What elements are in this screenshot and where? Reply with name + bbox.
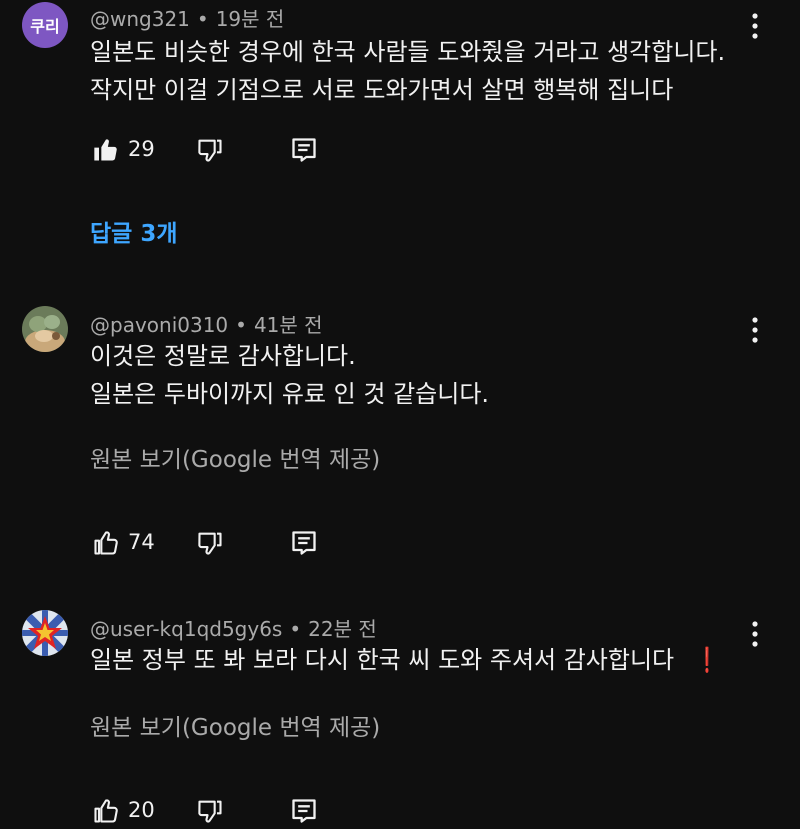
- separator-dot: •: [289, 617, 302, 641]
- more-options-icon[interactable]: [746, 316, 764, 344]
- author-name[interactable]: @user-kq1qd5gy6s: [90, 617, 282, 641]
- avatar[interactable]: [22, 306, 68, 352]
- comment-actions: 20: [90, 797, 330, 829]
- comment-line: 일본도 비슷한 경우에 한국 사람들 도와줬을 거라고 생각합니다.: [90, 38, 726, 66]
- comment-meta: @wng321 • 19분 전: [90, 3, 284, 32]
- like-count: 74: [128, 530, 155, 554]
- avatar[interactable]: [22, 610, 68, 656]
- dislike-icon[interactable]: [196, 797, 224, 825]
- view-original-link[interactable]: 원본 보기(Google 번역 제공): [90, 708, 380, 742]
- timestamp[interactable]: 22분 전: [308, 617, 377, 641]
- timestamp[interactable]: 41분 전: [254, 313, 323, 337]
- view-replies-button[interactable]: 답글 3개: [90, 214, 178, 248]
- view-original-link[interactable]: 원본 보기(Google 번역 제공): [90, 440, 380, 474]
- comment-text: 이것은 정말로 감사합니다. 일본은 두바이까지 유료 인 것 같습니다.: [90, 337, 489, 413]
- separator-dot: •: [235, 313, 247, 337]
- comment-line: 일본 정부 또 봐 보라 다시 한국 씨 도와 주셔서 감사합니다: [90, 646, 675, 674]
- comment-line: 일본은 두바이까지 유료 인 것 같습니다.: [90, 380, 490, 408]
- comment-line: 이것은 정말로 감사합니다.: [90, 342, 356, 370]
- reply-icon[interactable]: [290, 529, 318, 557]
- author-name[interactable]: @pavoni0310: [90, 313, 228, 337]
- comment-meta: @user-kq1qd5gy6s • 22분 전: [90, 613, 377, 642]
- more-options-icon[interactable]: [746, 12, 764, 40]
- more-options-icon[interactable]: [746, 620, 764, 648]
- avatar-label: 쿠리: [30, 17, 60, 36]
- timestamp[interactable]: 19분 전: [216, 7, 285, 31]
- like-icon[interactable]: [92, 136, 120, 164]
- exclamation-icon: ❗: [698, 646, 717, 674]
- comment-line: 작지만 이걸 기점으로 서로 도와가면서 살면 행복해 집니다: [90, 76, 674, 104]
- like-icon[interactable]: [92, 797, 120, 825]
- author-name[interactable]: @wng321: [90, 7, 190, 31]
- like-count: 29: [128, 137, 155, 161]
- avatar-image: [22, 306, 68, 352]
- avatar[interactable]: 쿠리: [22, 2, 68, 48]
- separator-dot: •: [196, 7, 209, 31]
- reply-icon[interactable]: [290, 797, 318, 825]
- comment-text: 일본도 비슷한 경우에 한국 사람들 도와줬을 거라고 생각합니다. 작지만 이…: [90, 33, 725, 109]
- comment-actions: 74: [90, 529, 330, 561]
- reply-icon[interactable]: [290, 136, 318, 164]
- comment-text: 일본 정부 또 봐 보라 다시 한국 씨 도와 주셔서 감사합니다 ❗: [90, 641, 722, 679]
- comment-actions: 29: [90, 136, 330, 168]
- like-count: 20: [128, 798, 155, 822]
- dislike-icon[interactable]: [196, 529, 224, 557]
- comment-meta: @pavoni0310 • 41분 전: [90, 309, 323, 338]
- dislike-icon[interactable]: [196, 136, 224, 164]
- avatar-image: [22, 610, 68, 656]
- like-icon[interactable]: [92, 529, 120, 557]
